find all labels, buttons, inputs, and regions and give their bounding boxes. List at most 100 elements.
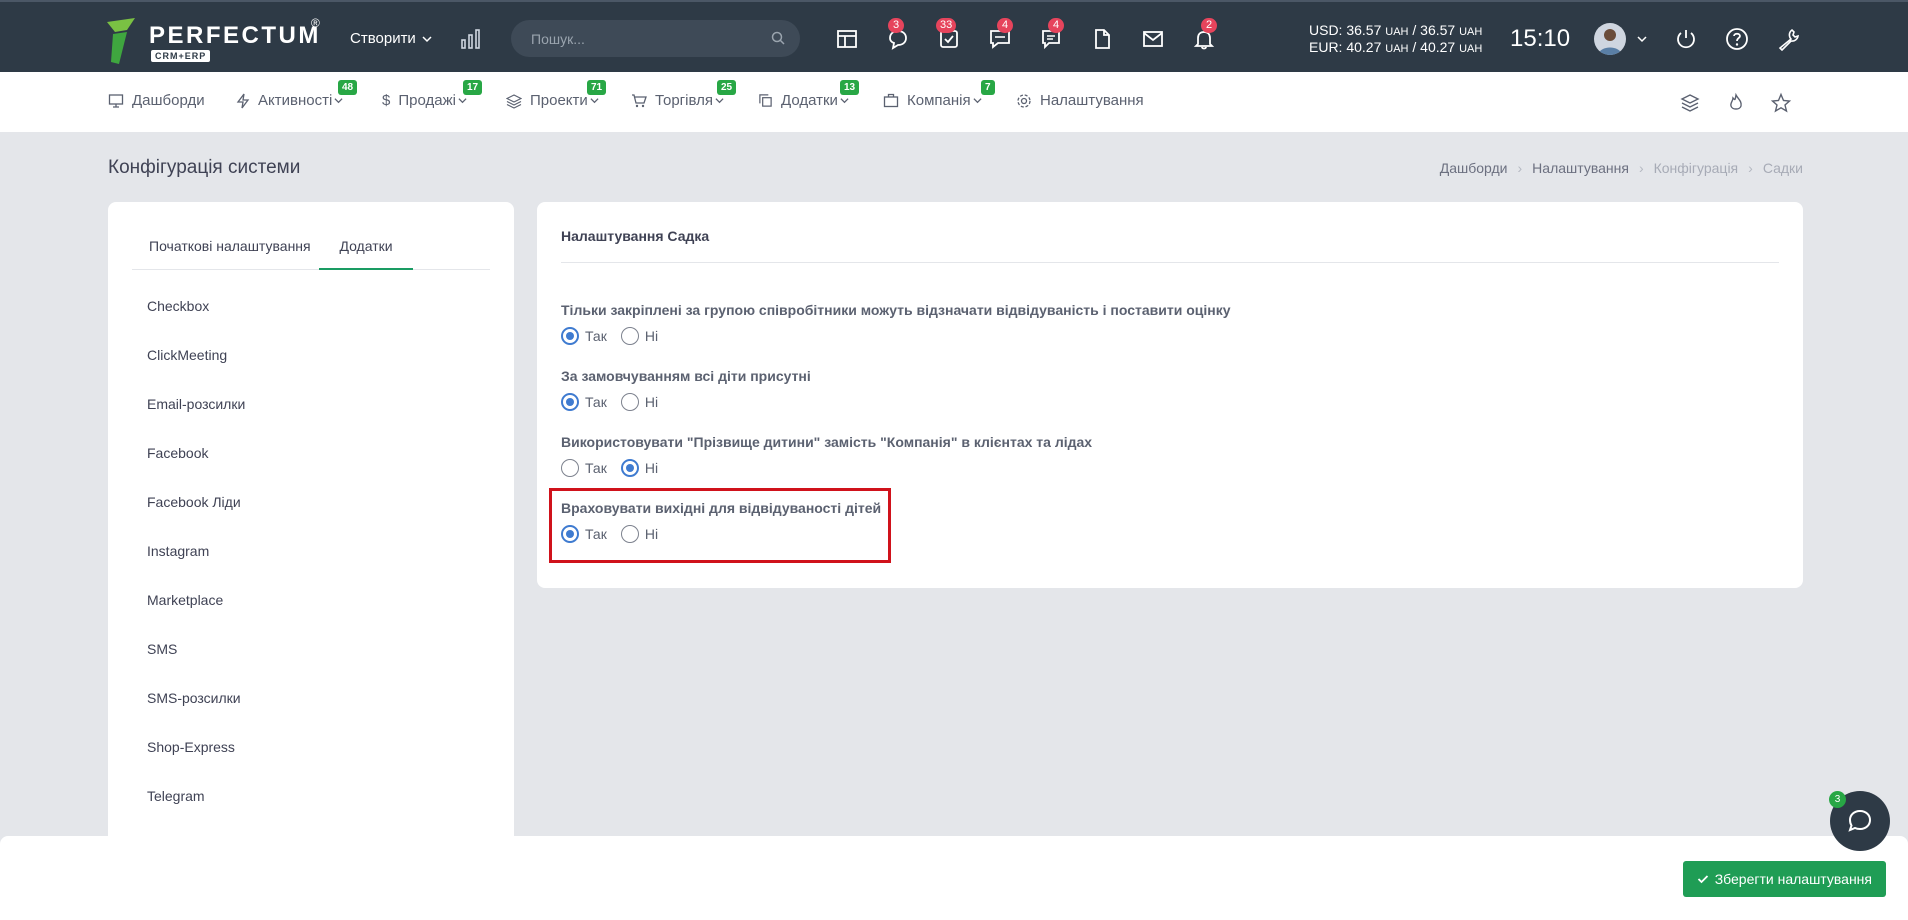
briefcase-icon — [883, 93, 899, 108]
dollar-icon: $ — [382, 92, 391, 109]
create-button[interactable]: Створити — [350, 30, 432, 47]
breadcrumb-current: Садки — [1762, 160, 1803, 176]
sidebar-item-sms-mailing[interactable]: SMS-розсилки — [147, 690, 241, 706]
sidebar-item-facebook-leads[interactable]: Facebook Ліди — [147, 494, 241, 510]
breadcrumb-separator: › — [1638, 160, 1644, 176]
clock: 15:10 — [1510, 25, 1571, 52]
setting-row: Тільки закріплені за групою співробітник… — [561, 302, 1230, 345]
tab-initial-settings[interactable]: Початкові налаштування — [149, 238, 311, 268]
nav-item-projects[interactable]: Проекти 71 — [506, 80, 607, 109]
footer-bar: Зберегти налаштування — [0, 836, 1908, 920]
sidebar-item-email[interactable]: Email-розсилки — [147, 396, 245, 412]
bell-icon[interactable]: 2 — [1191, 18, 1217, 52]
star-icon[interactable] — [1770, 92, 1792, 114]
usd-rate: USD: 36.57 — [1309, 22, 1382, 38]
nav-item-dashboards[interactable]: Дашборди — [108, 92, 205, 109]
breadcrumb-item[interactable]: Конфігурація — [1654, 160, 1739, 176]
radio-option-no[interactable]: Ні — [620, 393, 658, 411]
search-box — [511, 20, 800, 57]
create-label: Створити — [350, 30, 416, 47]
radio-button[interactable] — [561, 393, 579, 411]
sidebar-item-facebook[interactable]: Facebook — [147, 445, 208, 461]
search-input[interactable] — [511, 20, 751, 57]
nav-item-trade[interactable]: Торгівля 25 — [631, 80, 737, 109]
radio-button[interactable] — [561, 459, 579, 477]
logo-mark-icon — [107, 18, 135, 64]
page-title: Конфігурація системи — [108, 157, 301, 178]
top-bar: PERFECTUM ® CRM+ERP Створити 3 33 4 4 — [0, 0, 1908, 72]
radio-option-yes[interactable]: Так — [561, 459, 607, 477]
power-icon[interactable] — [1673, 26, 1699, 52]
breadcrumb-separator: › — [1748, 160, 1753, 176]
radio-option-no[interactable]: Ні — [620, 459, 658, 477]
wrench-icon[interactable] — [1776, 26, 1802, 52]
lightning-icon — [236, 93, 250, 108]
chevron-down-icon[interactable] — [1637, 34, 1647, 44]
chevron-down-icon — [458, 98, 467, 104]
save-settings-button[interactable]: Зберегти налаштування — [1682, 861, 1886, 897]
comments-icon[interactable]: 4 — [1038, 18, 1064, 52]
chevron-down-icon — [715, 98, 724, 104]
breadcrumb: Дашборди › Налаштування › Конфігурація ›… — [1440, 160, 1803, 176]
radio-button[interactable] — [620, 459, 639, 477]
setting-question: За замовчуванням всі діти присутні — [561, 368, 811, 384]
tasks-badge: 33 — [936, 18, 957, 33]
sidebar-item-shop-express[interactable]: Shop-Express — [147, 739, 235, 755]
messages-badge: 4 — [997, 18, 1013, 33]
sidebar-item-sms[interactable]: SMS — [147, 641, 177, 657]
sidebar-item-clickmeeting[interactable]: ClickMeeting — [147, 347, 227, 363]
nav-badge: 13 — [840, 80, 860, 95]
chevron-down-icon — [973, 98, 982, 104]
radio-button[interactable] — [561, 327, 579, 345]
search-icon[interactable] — [771, 31, 785, 45]
radio-button[interactable] — [620, 393, 639, 411]
settings-title: Налаштування Садка — [561, 228, 710, 244]
setting-question: Використовувати "Прізвище дитини" заміст… — [561, 434, 1093, 450]
sidebar-item-instagram[interactable]: Instagram — [147, 543, 209, 559]
cart-icon — [632, 93, 647, 107]
sidebar-item-telegram[interactable]: Telegram — [147, 788, 205, 804]
chevron-down-icon — [334, 98, 343, 104]
nav-item-activities[interactable]: Активності 48 — [236, 80, 358, 109]
breadcrumb-item[interactable]: Налаштування — [1532, 160, 1629, 176]
bar-chart-icon[interactable] — [460, 28, 482, 50]
notifications-badge: 2 — [1201, 18, 1217, 33]
chat-bubble-icon[interactable]: 3 — [885, 18, 911, 52]
tab-addons[interactable]: Додатки — [319, 238, 413, 270]
sidebar-item-checkbox[interactable]: Checkbox — [147, 298, 209, 314]
document-icon[interactable] — [1089, 26, 1115, 52]
flame-icon[interactable] — [1725, 92, 1747, 114]
tasks-icon[interactable]: 33 — [936, 18, 962, 52]
highlight-box — [549, 488, 891, 563]
eur-rate: EUR: 40.27 — [1309, 39, 1382, 55]
avatar[interactable] — [1594, 23, 1626, 55]
nav-item-sales[interactable]: $ Продажі 17 — [382, 80, 483, 109]
nav-badge: 25 — [717, 80, 737, 95]
monitor-icon — [108, 93, 124, 108]
radio-option-yes[interactable]: Так — [561, 393, 607, 411]
comments-badge: 4 — [1048, 18, 1064, 33]
nav-item-settings[interactable]: Налаштування — [1016, 92, 1144, 109]
sidebar-item-marketplace[interactable]: Marketplace — [147, 592, 223, 608]
setting-row: За замовчуванням всі діти присутні Так Н… — [561, 368, 811, 411]
help-icon[interactable] — [1724, 26, 1750, 52]
nav-badge: 17 — [463, 80, 483, 95]
chat-widget-badge: 3 — [1829, 791, 1846, 808]
divider — [561, 262, 1779, 263]
calendar-icon[interactable] — [834, 26, 860, 52]
messages-icon[interactable]: 4 — [987, 18, 1013, 52]
layers-icon[interactable] — [1679, 92, 1701, 114]
main-nav: Дашборди Активності 48 $ Продажі 17 Прое… — [0, 72, 1908, 132]
breadcrumb-item[interactable]: Дашборди — [1440, 160, 1508, 176]
radio-option-no[interactable]: Ні — [620, 327, 658, 345]
gear-icon — [1017, 93, 1031, 108]
config-sidebar: Початкові налаштування Додатки Checkbox … — [108, 202, 514, 920]
layers-icon — [506, 93, 522, 109]
chat-badge: 3 — [888, 18, 904, 33]
radio-button[interactable] — [620, 327, 639, 345]
logo[interactable]: PERFECTUM ® CRM+ERP — [107, 16, 327, 64]
nav-item-company[interactable]: Компанія 7 — [883, 80, 995, 109]
radio-option-yes[interactable]: Так — [561, 327, 607, 345]
mail-icon[interactable] — [1140, 26, 1166, 52]
nav-item-addons[interactable]: Додатки 13 — [758, 80, 860, 109]
